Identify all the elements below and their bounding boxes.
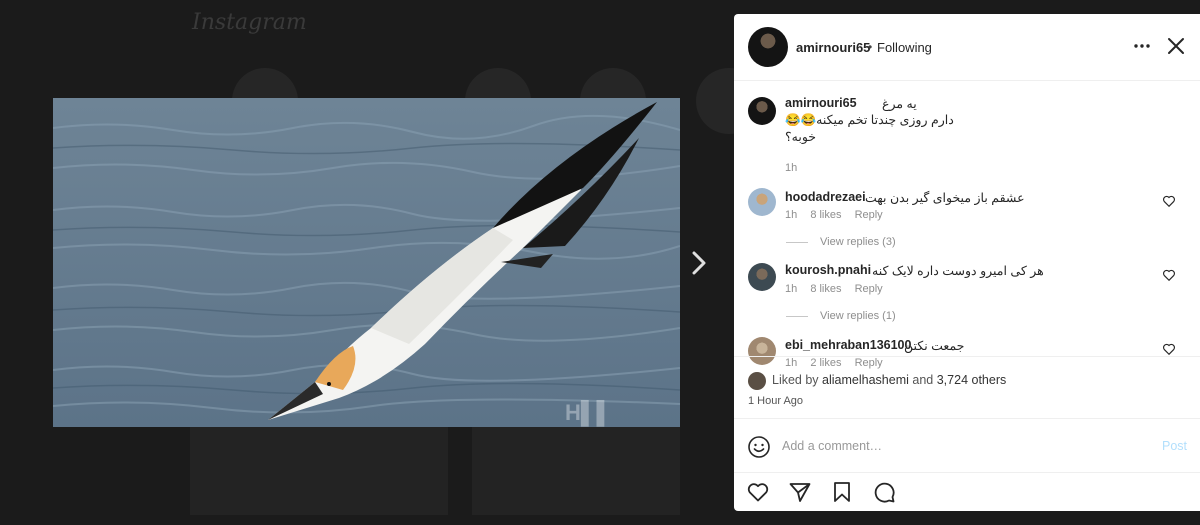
liked-by-text[interactable]: Liked by aliamelhashemi and 3,724 others xyxy=(772,373,1006,387)
separator-dot: • xyxy=(868,40,873,54)
post-details-panel: amirnouri65 • Following amirnouri65 یه م… xyxy=(734,14,1200,511)
comment-text: هر کی امیرو دوست داره لایک کنه xyxy=(872,264,1044,278)
caption-username[interactable]: amirnouri65 xyxy=(785,96,857,110)
view-replies-button[interactable]: View replies (1) xyxy=(786,310,896,322)
comment-heart-icon[interactable] xyxy=(1162,268,1176,282)
comment-username[interactable]: ebi_mehraban136100 xyxy=(785,338,911,352)
author-avatar[interactable] xyxy=(748,27,788,67)
grid-tile xyxy=(472,427,680,515)
comments-list[interactable]: amirnouri65 یه مرغ دارم روزی چندتا تخم م… xyxy=(734,82,1200,369)
comment-bubble-icon[interactable] xyxy=(872,480,896,504)
commenter-avatar[interactable] xyxy=(748,263,776,291)
post-actions xyxy=(734,472,1200,511)
comment-time: 1h xyxy=(785,283,798,295)
comment-input[interactable] xyxy=(782,435,1132,457)
post-photo[interactable]: H▌▌ xyxy=(53,98,680,427)
heart-icon[interactable] xyxy=(746,480,770,504)
gannet-diving-image: H▌▌ xyxy=(53,98,680,427)
comment-heart-icon[interactable] xyxy=(1162,194,1176,208)
comment-username[interactable]: hoodadrezaei xyxy=(785,190,866,204)
author-username[interactable]: amirnouri65 xyxy=(796,40,870,55)
smiley-icon[interactable] xyxy=(747,435,771,459)
reply-button[interactable]: Reply xyxy=(855,209,883,221)
caption-time: 1h xyxy=(785,162,798,174)
chevron-right-icon[interactable] xyxy=(686,248,712,278)
paper-plane-icon[interactable] xyxy=(788,480,812,504)
likes-count[interactable]: 3,724 others xyxy=(937,373,1007,387)
following-button[interactable]: Following xyxy=(877,40,932,55)
reply-button[interactable]: Reply xyxy=(855,283,883,295)
post-button[interactable]: Post xyxy=(1162,439,1187,453)
caption-avatar[interactable] xyxy=(748,97,776,125)
comment-text: جمعت نکتن xyxy=(904,339,965,353)
grid-tile xyxy=(190,427,448,515)
commenter-avatar[interactable] xyxy=(748,188,776,216)
comment-likes[interactable]: 8 likes xyxy=(810,209,841,221)
add-comment-bar: Post xyxy=(734,418,1200,472)
close-icon[interactable] xyxy=(1166,36,1186,56)
caption-line: خوبه؟ xyxy=(785,130,816,144)
liker-avatar[interactable] xyxy=(748,372,766,390)
comment-username[interactable]: kourosh.pnahi xyxy=(785,263,871,277)
comment-heart-icon[interactable] xyxy=(1162,342,1176,356)
comment-time: 1h xyxy=(785,209,798,221)
instagram-logo: Instagram xyxy=(192,10,307,35)
post-header: amirnouri65 • Following xyxy=(734,14,1200,81)
comment-likes[interactable]: 8 likes xyxy=(810,283,841,295)
comment-meta: 1h 8 likes Reply xyxy=(785,209,893,221)
likes-summary: Liked by aliamelhashemi and 3,724 others… xyxy=(734,356,1200,418)
comment-text: عشقم باز میخوای گیر بدن بهت xyxy=(865,191,1025,205)
post-timestamp: 1 Hour Ago xyxy=(748,395,804,407)
more-options-icon[interactable] xyxy=(1132,36,1152,56)
view-replies-button[interactable]: View replies (3) xyxy=(786,236,896,248)
caption-line: دارم روزی چندتا تخم میکنه😂😂 xyxy=(785,113,954,127)
liker-username[interactable]: aliamelhashemi xyxy=(822,373,909,387)
svg-text:H▌▌: H▌▌ xyxy=(565,399,612,427)
caption-line: یه مرغ xyxy=(882,97,917,111)
comment-meta: 1h 8 likes Reply xyxy=(785,283,893,295)
bookmark-icon[interactable] xyxy=(830,480,854,504)
